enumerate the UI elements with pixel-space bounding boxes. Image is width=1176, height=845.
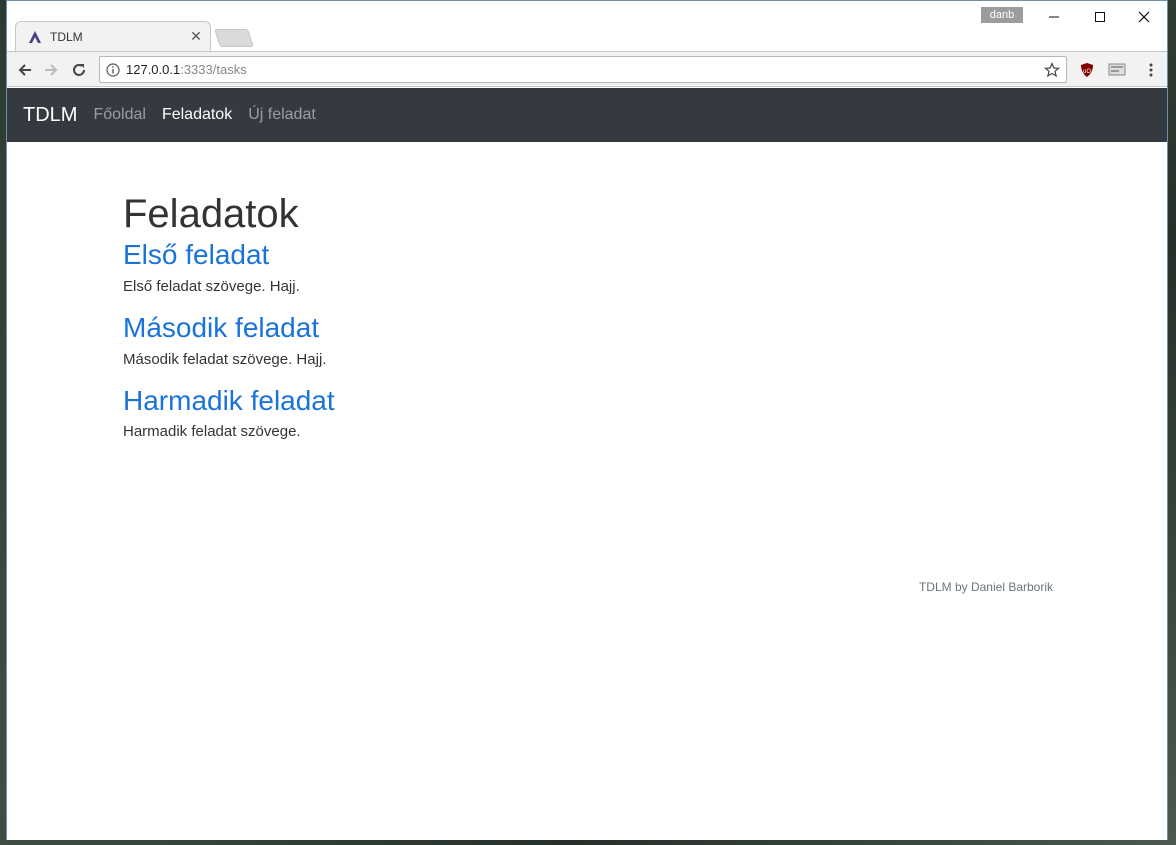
list-item: Második feladat Második feladat szövege.… [123,309,1053,368]
new-tab-button[interactable] [214,29,254,47]
task-title-link[interactable]: Második feladat [123,309,1053,347]
page-title: Feladatok [123,192,299,236]
ublock-extension-button[interactable]: uO [1075,58,1099,82]
info-icon[interactable] [100,62,126,77]
list-item: Harmadik feladat Harmadik feladat szöveg… [123,382,1053,441]
list-item: Első feladat Első feladat szövege. Hajj. [123,236,1053,295]
browser-tab[interactable]: TDLM ✕ [15,21,211,51]
nav-link-home[interactable]: Főoldal [93,106,145,124]
maximize-button[interactable] [1077,5,1123,29]
close-icon [1138,11,1150,23]
main-content: Feladatok Első feladat Első feladat szöv… [123,192,1053,454]
profile-badge[interactable]: danb [981,7,1023,23]
tab-title: TDLM [50,29,83,44]
url-host: 127.0.0.1 [126,62,181,77]
url-path: :3333/tasks [180,62,247,77]
extension-button[interactable] [1105,58,1129,82]
browser-menu-button[interactable] [1139,58,1163,82]
browser-window: TDLM ✕ danb 127.0.0.1:3333/tasks uO TDL… [6,0,1168,840]
reload-icon [73,64,85,76]
browser-toolbar: 127.0.0.1:3333/tasks uO [7,51,1167,87]
tab-strip: TDLM ✕ danb [7,1,1167,51]
task-title-link[interactable]: Első feladat [123,236,1053,274]
arrow-right-icon [45,64,58,76]
minimize-icon [1049,16,1059,18]
web-page: TDLM Főoldal Feladatok Új feladat Felada… [7,88,1167,840]
task-title-link[interactable]: Harmadik feladat [123,382,1053,420]
close-window-button[interactable] [1121,5,1167,29]
kebab-menu-icon [1149,63,1153,77]
back-button[interactable] [13,58,37,82]
task-description: Második feladat szövege. Hajj. [123,350,327,368]
bookmark-star-icon[interactable] [1043,61,1061,81]
tab-close-icon[interactable]: ✕ [186,28,206,45]
app-favicon-icon [28,30,42,44]
address-bar[interactable]: 127.0.0.1:3333/tasks [99,56,1067,83]
arrow-left-icon [18,64,31,76]
task-description: Harmadik feladat szövege. [123,423,301,441]
nav-link-tasks[interactable]: Feladatok [162,106,232,124]
forward-button[interactable] [39,58,63,82]
maximize-icon [1095,12,1105,22]
nav-link-new-task[interactable]: Új feladat [248,106,316,124]
minimize-button[interactable] [1031,5,1077,29]
extension-icon [1108,63,1126,76]
reload-button[interactable] [67,58,91,82]
shield-icon: uO [1081,63,1093,77]
page-footer: TDLM by Daniel Barborik [918,580,1053,594]
task-description: Első feladat szövege. Hajj. [123,277,300,295]
site-navbar: TDLM Főoldal Feladatok Új feladat [7,88,1167,142]
navbar-brand[interactable]: TDLM [23,104,77,127]
svg-text:uO: uO [1083,69,1091,75]
